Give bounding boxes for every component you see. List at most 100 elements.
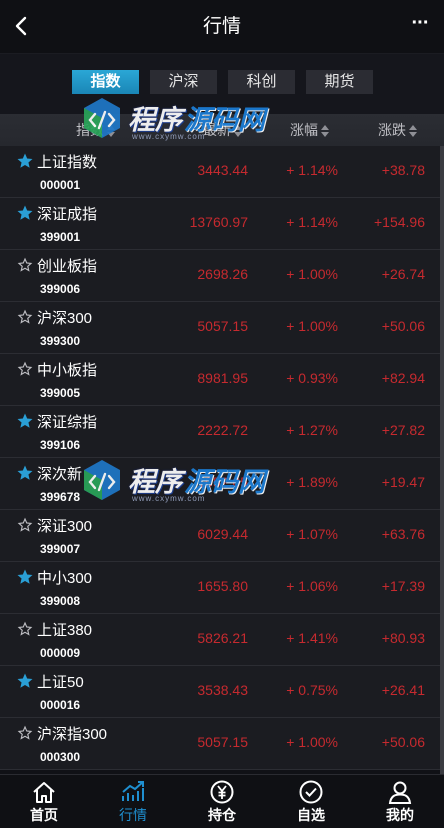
table-row[interactable]: 上证50 000016 3538.43 + 0.75% +26.41 bbox=[0, 666, 440, 718]
nav-positions-label: 持仓 bbox=[208, 807, 236, 823]
table-row[interactable]: 中小板指 399005 8981.95 + 0.93% +82.94 bbox=[0, 354, 440, 406]
table-row[interactable]: 深证综指 399106 2222.72 + 1.27% +27.82 bbox=[0, 406, 440, 458]
latest-price: 1655.80 bbox=[197, 578, 248, 594]
change-amount: +26.74 bbox=[381, 266, 425, 282]
index-name: 深次新 bbox=[37, 466, 83, 483]
index-name: 深证300 bbox=[37, 518, 93, 535]
star-filled-icon[interactable] bbox=[16, 672, 34, 690]
nav-profile-label: 我的 bbox=[386, 807, 414, 823]
latest-price: 5057.15 bbox=[197, 318, 248, 334]
index-code: 399006 bbox=[40, 282, 81, 296]
star-filled-icon[interactable] bbox=[16, 568, 34, 586]
nav-watchlist-label: 自选 bbox=[297, 807, 325, 823]
col-change-label: 涨跌 bbox=[378, 122, 406, 138]
index-name: 深证成指 bbox=[37, 206, 98, 223]
star-filled-icon[interactable] bbox=[16, 412, 34, 430]
change-percent: + 1.00% bbox=[286, 266, 338, 282]
table-row[interactable]: 上证380 000009 5826.21 + 1.41% +80.93 bbox=[0, 614, 440, 666]
watermark-logo: 程序 源码网 www.cxymw.com bbox=[78, 452, 268, 512]
yuan-coin-icon bbox=[210, 780, 234, 804]
change-percent: + 1.14% bbox=[286, 162, 338, 178]
table-row[interactable]: 沪深指300 000300 5057.15 + 1.00% +50.06 bbox=[0, 718, 440, 770]
index-name: 沪深指300 bbox=[37, 726, 108, 743]
star-outline-icon[interactable] bbox=[16, 308, 34, 326]
index-name: 上证380 bbox=[37, 622, 93, 639]
table-row[interactable]: 创业板指 399006 2698.26 + 1.00% +26.74 bbox=[0, 250, 440, 302]
code-logo-icon bbox=[84, 460, 120, 500]
index-code: 000300 bbox=[40, 750, 81, 764]
latest-price: 2222.72 bbox=[197, 422, 248, 438]
nav-market[interactable]: 行情 bbox=[89, 775, 177, 828]
col-pct-label: 涨幅 bbox=[290, 122, 318, 138]
sort-icon bbox=[409, 125, 417, 138]
star-outline-icon[interactable] bbox=[16, 620, 34, 638]
change-amount: +27.82 bbox=[381, 422, 425, 438]
index-code: 399300 bbox=[40, 334, 81, 348]
nav-positions[interactable]: 持仓 bbox=[178, 775, 266, 828]
nav-home-label: 首页 bbox=[30, 807, 58, 823]
change-amount: +82.94 bbox=[381, 370, 425, 386]
list-scrollbar[interactable] bbox=[440, 146, 444, 774]
change-percent: + 1.27% bbox=[286, 422, 338, 438]
change-amount: +63.76 bbox=[381, 526, 425, 542]
nav-profile[interactable]: 我的 bbox=[356, 775, 444, 828]
home-icon bbox=[33, 782, 55, 803]
index-name: 沪深300 bbox=[37, 310, 93, 327]
col-change-header[interactable]: 涨跌 bbox=[378, 114, 417, 146]
chart-trend-icon bbox=[122, 781, 144, 801]
col-pct-header[interactable]: 涨幅 bbox=[290, 114, 329, 146]
latest-price: 2698.26 bbox=[197, 266, 248, 282]
code-logo-icon bbox=[84, 98, 120, 138]
change-percent: + 1.07% bbox=[286, 526, 338, 542]
index-code: 000009 bbox=[40, 646, 81, 660]
latest-price: 5057.15 bbox=[197, 734, 248, 750]
latest-price: 6029.44 bbox=[197, 526, 248, 542]
index-name: 深证综指 bbox=[37, 414, 98, 431]
change-percent: + 1.00% bbox=[286, 734, 338, 750]
change-amount: +26.41 bbox=[381, 682, 425, 698]
star-outline-icon[interactable] bbox=[16, 256, 34, 274]
change-amount: +38.78 bbox=[381, 162, 425, 178]
change-amount: +154.96 bbox=[374, 214, 425, 230]
change-amount: +50.06 bbox=[381, 734, 425, 750]
change-amount: +80.93 bbox=[381, 630, 425, 646]
index-code: 000001 bbox=[40, 178, 81, 192]
bottom-tab-bar: 首页 行情 持仓 自选 我的 bbox=[0, 774, 444, 828]
star-filled-icon[interactable] bbox=[16, 464, 34, 482]
check-circle-icon bbox=[299, 780, 323, 804]
index-name: 创业板指 bbox=[37, 258, 98, 275]
star-outline-icon[interactable] bbox=[16, 360, 34, 378]
sort-icon bbox=[321, 125, 329, 138]
star-outline-icon[interactable] bbox=[16, 724, 34, 742]
table-row[interactable]: 中小300 399008 1655.80 + 1.06% +17.39 bbox=[0, 562, 440, 614]
index-code: 399678 bbox=[40, 490, 81, 504]
table-row[interactable]: 沪深300 399300 5057.15 + 1.00% +50.06 bbox=[0, 302, 440, 354]
change-percent: + 1.14% bbox=[286, 214, 338, 230]
nav-market-label: 行情 bbox=[119, 807, 147, 823]
change-amount: +50.06 bbox=[381, 318, 425, 334]
table-row[interactable]: 深证300 399007 6029.44 + 1.07% +63.76 bbox=[0, 510, 440, 562]
index-code: 000016 bbox=[40, 698, 81, 712]
star-outline-icon[interactable] bbox=[16, 516, 34, 534]
tab-futures[interactable]: 期货 bbox=[306, 70, 373, 94]
watermark-subtext: www.cxymw.com bbox=[132, 494, 206, 503]
index-code: 399007 bbox=[40, 542, 81, 556]
more-options-button[interactable]: ··· bbox=[408, 13, 432, 38]
index-name: 中小板指 bbox=[37, 362, 98, 379]
star-filled-icon[interactable] bbox=[16, 152, 34, 170]
nav-home[interactable]: 首页 bbox=[0, 775, 88, 828]
watermark-subtext: www.cxymw.com bbox=[132, 132, 206, 141]
nav-watchlist[interactable]: 自选 bbox=[267, 775, 355, 828]
latest-price: 8981.95 bbox=[197, 370, 248, 386]
user-icon bbox=[388, 781, 412, 804]
top-nav-bar: 行情 ··· bbox=[0, 0, 444, 54]
index-name: 上证指数 bbox=[37, 154, 98, 171]
table-row[interactable]: 上证指数 000001 3443.44 + 1.14% +38.78 bbox=[0, 146, 440, 198]
index-code: 399001 bbox=[40, 230, 81, 244]
table-row[interactable]: 深证成指 399001 13760.97 + 1.14% +154.96 bbox=[0, 198, 440, 250]
change-amount: +19.47 bbox=[381, 474, 425, 490]
star-filled-icon[interactable] bbox=[16, 204, 34, 222]
latest-price: 3443.44 bbox=[197, 162, 248, 178]
watermark-logo: 程序 源码网 www.cxymw.com bbox=[78, 90, 268, 150]
index-code: 399008 bbox=[40, 594, 81, 608]
